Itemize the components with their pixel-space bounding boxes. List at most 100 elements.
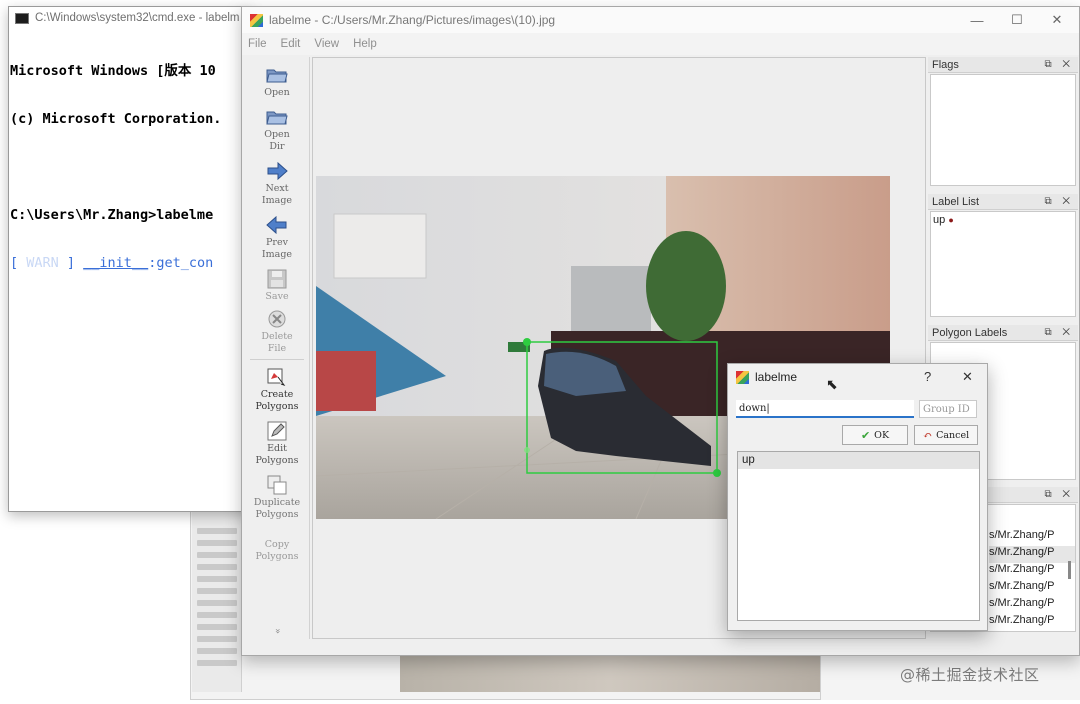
delete-icon — [266, 309, 288, 329]
dialog-close-button[interactable]: ✕ — [962, 369, 973, 385]
cmd-log-func: get_con — [156, 255, 214, 271]
arrow-right-icon — [266, 161, 288, 181]
duplicate-polygons-button[interactable]: Duplicate Polygons — [244, 475, 310, 521]
flags-dock-title: Flags — [932, 58, 959, 71]
maximize-button[interactable]: ☐ — [997, 7, 1037, 33]
ok-button[interactable]: ✔ OK — [842, 425, 908, 445]
duplicate-icon — [266, 475, 288, 495]
flags-list[interactable] — [930, 74, 1076, 186]
prev-image-label: Prev Image — [261, 237, 293, 260]
left-toolbar: Open Open Dir Next Image Prev Image Save — [244, 57, 310, 639]
dock-buttons[interactable]: ⧉ ✕ — [1044, 489, 1074, 500]
cancel-label: Cancel — [936, 429, 970, 441]
menu-bar: File Edit View Help — [242, 33, 1079, 55]
label-input[interactable]: down| — [736, 400, 914, 418]
menu-help[interactable]: Help — [353, 38, 377, 50]
toolbar-more-button[interactable]: » — [271, 598, 283, 664]
cmd-window[interactable]: C:\Windows\system32\cmd.exe - labelm Mic… — [8, 6, 252, 512]
background-app-image — [400, 656, 820, 692]
group-id-input[interactable]: Group ID — [919, 400, 977, 418]
cmd-log-level: WARN — [26, 255, 59, 271]
file-list-item[interactable]: s/Mr.Zhang/P — [989, 614, 1075, 631]
open-button[interactable]: Open — [244, 65, 310, 99]
label-list-item-text: up — [933, 214, 946, 226]
open-dir-label: Open Dir — [264, 129, 290, 152]
next-image-button[interactable]: Next Image — [244, 161, 310, 207]
file-list-scrollbar[interactable] — [1068, 561, 1071, 579]
label-dialog[interactable]: labelme ? ✕ ⬉ down| Group ID ✔ OK ↶ Cancel… — [727, 363, 988, 631]
dock-buttons[interactable]: ⧉ ✕ — [1044, 196, 1074, 207]
mouse-cursor-icon: ⬉ — [826, 376, 838, 392]
label-choice-item[interactable]: up — [738, 452, 979, 469]
cmd-line: C:\Users\Mr.Zhang>labelme — [10, 207, 214, 223]
file-list-item-selected[interactable]: s/Mr.Zhang/P — [989, 546, 1075, 563]
next-image-label: Next Image — [261, 183, 293, 206]
toolbar-separator — [250, 359, 304, 360]
close-button[interactable]: ✕ — [1037, 7, 1077, 33]
label-list[interactable]: up ● — [930, 211, 1076, 317]
edit-polygons-button[interactable]: Edit Polygons — [244, 421, 310, 467]
flags-dock: Flags ⧉ ✕ — [928, 57, 1078, 191]
open-label: Open — [264, 87, 290, 98]
save-icon — [266, 269, 288, 289]
delete-file-label: Delete File — [261, 331, 293, 354]
polygon-labels-dock-header[interactable]: Polygon Labels ⧉ ✕ — [928, 325, 1078, 341]
label-choice-list[interactable]: up — [737, 451, 980, 621]
label-list-dock-title: Label List — [932, 195, 980, 208]
cmd-line — [10, 159, 251, 175]
label-input-value: down — [739, 403, 767, 414]
polygon-labels-dock-title: Polygon Labels — [932, 326, 1008, 339]
background-app-sidebar — [192, 512, 242, 692]
menu-file[interactable]: File — [248, 38, 267, 50]
file-list-item[interactable]: s/Mr.Zhang/P — [989, 580, 1075, 597]
labelme-app-icon — [250, 13, 263, 27]
folder-icon — [266, 107, 288, 127]
dialog-titlebar[interactable]: labelme ? ✕ ⬉ — [728, 364, 987, 392]
group-id-placeholder: Group ID — [923, 404, 970, 415]
dock-buttons[interactable]: ⧉ ✕ — [1044, 327, 1074, 338]
label-list-dock-header[interactable]: Label List ⧉ ✕ — [928, 194, 1078, 210]
file-list-item[interactable]: s/Mr.Zhang/P — [989, 597, 1075, 614]
cancel-button[interactable]: ↶ Cancel — [914, 425, 978, 445]
cmd-log-mid: ] — [58, 255, 84, 271]
create-polygon-icon — [266, 367, 288, 387]
watermark: @稀土掘金技术社区 — [900, 666, 1040, 684]
labelme-title: labelme - C:/Users/Mr.Zhang/Pictures/ima… — [269, 13, 556, 27]
cmd-log-prefix: [ — [10, 255, 27, 271]
cmd-console[interactable]: Microsoft Windows [版本 10 (c) Microsoft C… — [9, 29, 251, 303]
save-button[interactable]: Save — [244, 269, 310, 303]
label-list-dock: Label List ⧉ ✕ up ● — [928, 194, 1078, 322]
text-cursor: | — [766, 403, 770, 414]
flags-dock-header[interactable]: Flags ⧉ ✕ — [928, 57, 1078, 73]
cmd-log-line: [ WARN ] __init__:get_con — [10, 255, 251, 271]
dialog-help-button[interactable]: ? — [924, 369, 931, 384]
labelme-titlebar[interactable]: labelme - C:/Users/Mr.Zhang/Pictures/ima… — [242, 7, 1079, 33]
menu-edit[interactable]: Edit — [281, 38, 301, 50]
undo-icon: ↶ — [922, 428, 933, 442]
edit-icon — [266, 421, 288, 441]
create-polygons-label: Create Polygons — [255, 389, 299, 412]
copy-polygons-button[interactable]: Copy Polygons — [244, 539, 310, 563]
menu-view[interactable]: View — [314, 38, 339, 50]
prev-image-button[interactable]: Prev Image — [244, 215, 310, 261]
folder-open-icon — [266, 65, 288, 85]
label-list-item[interactable]: up ● — [933, 214, 1073, 226]
cmd-titlebar[interactable]: C:\Windows\system32\cmd.exe - labelm — [9, 7, 251, 29]
copy-polygons-label: Copy Polygons — [255, 539, 299, 562]
check-icon: ✔ — [860, 428, 871, 442]
labelme-app-icon — [736, 370, 749, 384]
edit-polygons-label: Edit Polygons — [255, 443, 299, 466]
label-color-dot: ● — [948, 215, 954, 225]
open-dir-button[interactable]: Open Dir — [244, 107, 310, 153]
file-list-item[interactable]: s/Mr.Zhang/P — [989, 563, 1075, 580]
create-polygons-button[interactable]: Create Polygons — [244, 367, 310, 413]
delete-file-button[interactable]: Delete File — [244, 309, 310, 355]
dock-buttons[interactable]: ⧉ ✕ — [1044, 59, 1074, 70]
file-list-item[interactable]: s/Mr.Zhang/P — [989, 529, 1075, 546]
cmd-title: C:\Windows\system32\cmd.exe - labelm — [35, 12, 240, 24]
duplicate-polygons-label: Duplicate Polygons — [253, 497, 301, 520]
dialog-title: labelme — [755, 370, 798, 384]
cmd-icon — [15, 12, 29, 24]
cmd-line: (c) Microsoft Corporation. — [10, 111, 222, 127]
minimize-button[interactable]: — — [957, 7, 997, 33]
